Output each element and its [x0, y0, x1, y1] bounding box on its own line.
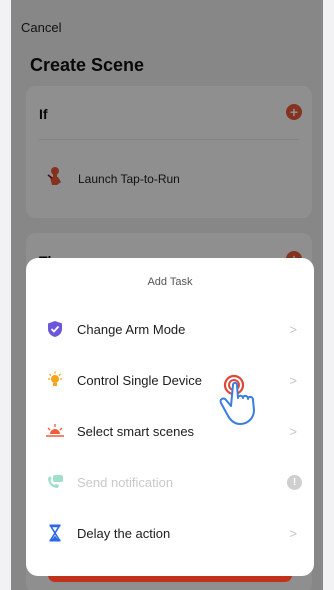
chevron-right-icon: > — [289, 525, 297, 541]
sheet-title: Add Task — [147, 276, 193, 288]
task-delay-the-action[interactable]: Delay the action > — [26, 519, 314, 547]
task-label: Send notification — [77, 474, 174, 490]
chevron-right-icon: > — [289, 423, 297, 439]
bulb-icon — [45, 370, 65, 390]
task-change-arm-mode[interactable]: Change Arm Mode > — [26, 315, 314, 343]
notification-phone-icon — [45, 472, 65, 492]
info-icon[interactable]: ! — [287, 474, 302, 490]
task-label: Select smart scenes — [77, 423, 195, 439]
task-label: Delay the action — [77, 525, 171, 541]
shield-check-icon — [45, 319, 65, 339]
task-label: Control Single Device — [77, 372, 203, 388]
chevron-right-icon: > — [289, 372, 297, 388]
task-label: Change Arm Mode — [77, 321, 186, 337]
task-send-notification: Send notification ! — [26, 468, 314, 496]
chevron-right-icon: > — [289, 321, 297, 337]
create-scene-screen: Cancel Create Scene If + Launch Tap-to-R… — [11, 0, 323, 590]
sunrise-icon — [45, 421, 65, 441]
tap-gesture-hand-icon — [216, 368, 286, 428]
hourglass-icon — [45, 523, 65, 543]
